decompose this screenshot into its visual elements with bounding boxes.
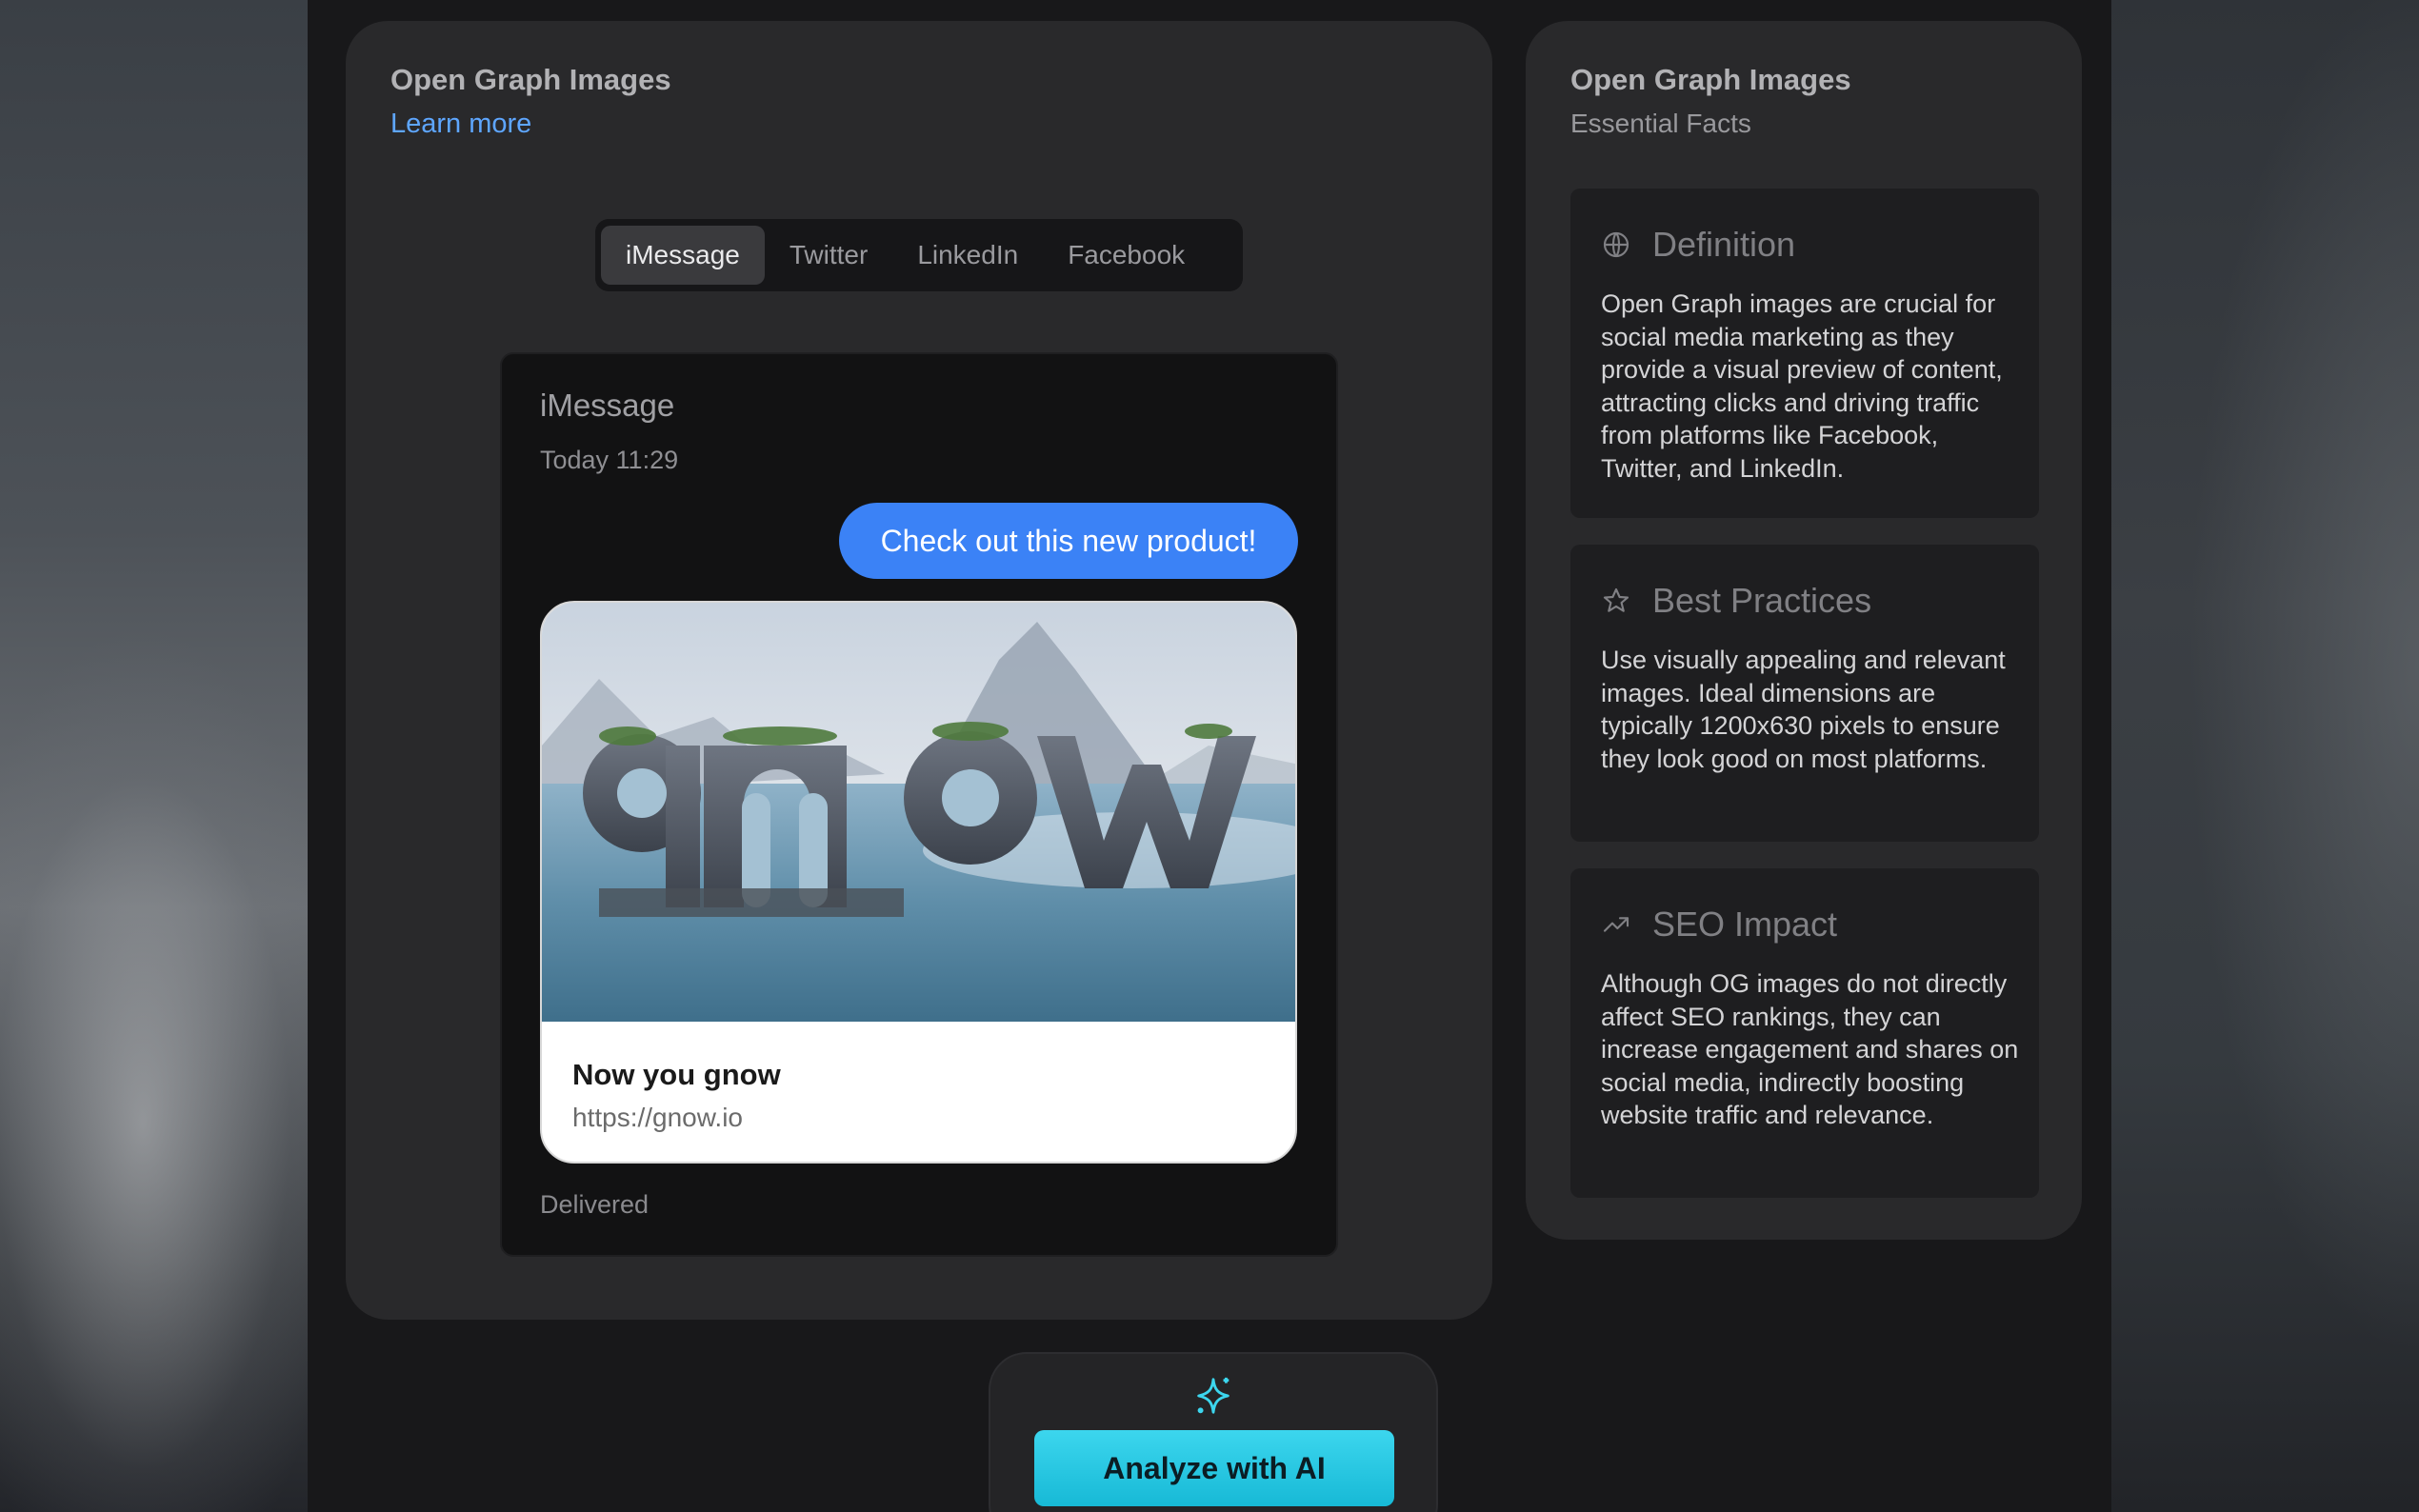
facts-subtitle: Essential Facts — [1570, 109, 1751, 138]
imessage-app-name: iMessage — [540, 388, 675, 423]
link-preview-card[interactable]: Now you gnow https://gnow.io — [540, 601, 1297, 1164]
panel-title: Open Graph Images — [390, 63, 671, 96]
fact-text: Use visually appealing and relevant imag… — [1601, 646, 2006, 773]
message-timestamp: Today 11:29 — [540, 446, 679, 474]
background-left — [0, 0, 308, 1512]
link-title: Now you gnow — [572, 1058, 781, 1091]
tab-imessage[interactable]: iMessage — [601, 226, 765, 285]
star-icon — [1603, 587, 1629, 612]
fact-card-definition: Definition Open Graph images are crucial… — [1570, 189, 2039, 518]
link-url: https://gnow.io — [572, 1103, 744, 1132]
message-bubble: Check out this new product! — [839, 503, 1298, 579]
delivery-status: Delivered — [540, 1190, 650, 1219]
learn-more-link[interactable]: Learn more — [390, 109, 531, 140]
background-right — [2111, 0, 2419, 1512]
facts-title: Open Graph Images — [1570, 63, 1851, 96]
fact-title: Definition — [1652, 225, 1796, 264]
trending-up-icon — [1603, 917, 1629, 932]
og-image — [542, 603, 1295, 1022]
fact-title: SEO Impact — [1652, 905, 1838, 944]
tab-facebook[interactable]: Facebook — [1043, 226, 1210, 285]
sparkle-icon — [1197, 1377, 1229, 1414]
platform-tabs: iMessage Twitter LinkedIn Facebook — [595, 219, 1243, 291]
tab-linkedin[interactable]: LinkedIn — [892, 226, 1043, 285]
fact-title: Best Practices — [1652, 581, 1872, 620]
fact-text: Open Graph images are crucial for social… — [1601, 289, 2003, 483]
analyze-with-ai-button[interactable]: Analyze with AI — [1034, 1430, 1394, 1506]
tab-twitter[interactable]: Twitter — [765, 226, 892, 285]
fact-card-seo-impact: SEO Impact Although OG images do not dir… — [1570, 868, 2039, 1198]
fact-text: Although OG images do not directly affec… — [1601, 969, 2019, 1129]
globe-icon — [1603, 231, 1629, 258]
fact-card-best-practices: Best Practices Use visually appealing an… — [1570, 545, 2039, 842]
